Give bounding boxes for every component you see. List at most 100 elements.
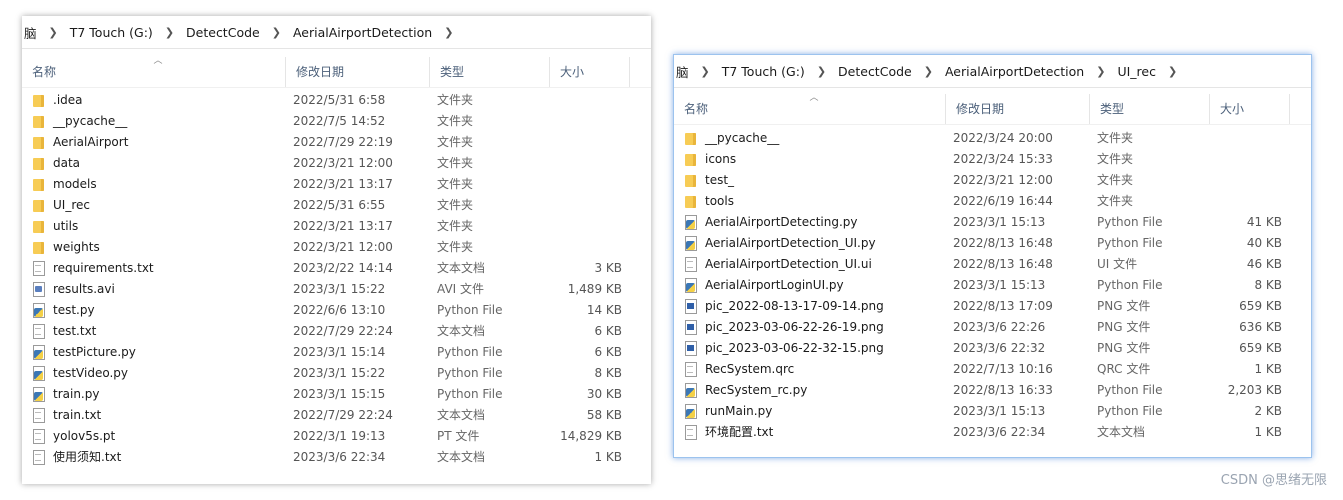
file-name[interactable]: test_ xyxy=(705,170,734,191)
file-name-cell[interactable]: utils xyxy=(22,216,286,237)
file-name-cell[interactable]: AerialAirport xyxy=(22,132,286,153)
file-row[interactable]: pic_2022-08-13-17-09-14.png 2022/8/13 17:… xyxy=(674,296,1311,317)
file-row[interactable]: testVideo.py 2023/3/1 15:22 Python File 8 K… xyxy=(22,363,651,384)
file-name[interactable]: train.py xyxy=(53,384,99,405)
chevron-right-icon[interactable]: ❯ xyxy=(272,26,281,39)
chevron-right-icon[interactable]: ❯ xyxy=(1096,65,1105,78)
file-row[interactable]: yolov5s.pt 2022/3/1 19:13 PT 文件 14,829 KB xyxy=(22,426,651,447)
file-name[interactable]: requirements.txt xyxy=(53,258,154,279)
file-name[interactable]: AerialAirportDetection_UI.ui xyxy=(705,254,872,275)
file-row[interactable]: requirements.txt 2023/2/22 14:14 文本文档 3 KB xyxy=(22,258,651,279)
file-name-cell[interactable]: testPicture.py xyxy=(22,342,286,363)
file-name[interactable]: UI_rec xyxy=(53,195,90,216)
file-name-cell[interactable]: test_ xyxy=(674,170,946,191)
file-row[interactable]: AerialAirportDetecting.py 2023/3/1 15:13 P… xyxy=(674,212,1311,233)
file-name-cell[interactable]: data xyxy=(22,153,286,174)
file-name-cell[interactable]: test.txt xyxy=(22,321,286,342)
file-name-cell[interactable]: AerialAirportDetection_UI.ui xyxy=(674,254,946,275)
file-name-cell[interactable]: testVideo.py xyxy=(22,363,286,384)
file-name-cell[interactable]: UI_rec xyxy=(22,195,286,216)
file-row[interactable]: __pycache__ 2022/7/5 14:52 文件夹 xyxy=(22,111,651,132)
file-name-cell[interactable]: runMain.py xyxy=(674,401,946,422)
file-name-cell[interactable]: models xyxy=(22,174,286,195)
file-name[interactable]: RecSystem.qrc xyxy=(705,359,794,380)
file-name-cell[interactable]: yolov5s.pt xyxy=(22,426,286,447)
file-name[interactable]: AerialAirportDetecting.py xyxy=(705,212,858,233)
chevron-right-icon[interactable]: ❯ xyxy=(165,26,174,39)
file-row[interactable]: pic_2023-03-06-22-32-15.png 2023/3/6 22:3… xyxy=(674,338,1311,359)
file-name[interactable]: pic_2023-03-06-22-26-19.png xyxy=(705,317,884,338)
file-name-cell[interactable]: 使用须知.txt xyxy=(22,447,286,468)
file-name-cell[interactable]: weights xyxy=(22,237,286,258)
file-name[interactable]: test.py xyxy=(53,300,95,321)
file-name[interactable]: AerialAirportLoginUI.py xyxy=(705,275,844,296)
column-header-name[interactable]: ︿ 名称 xyxy=(22,56,286,87)
file-row[interactable]: utils 2022/3/21 13:17 文件夹 xyxy=(22,216,651,237)
file-name[interactable]: results.avi xyxy=(53,279,115,300)
chevron-right-icon[interactable]: ❯ xyxy=(701,65,710,78)
breadcrumb-item-drive[interactable]: T7 Touch (G:) xyxy=(68,25,155,40)
file-row[interactable]: .idea 2022/5/31 6:58 文件夹 xyxy=(22,90,651,111)
file-name[interactable]: AerialAirportDetection_UI.py xyxy=(705,233,876,254)
file-row[interactable]: train.py 2023/3/1 15:15 Python File 30 KB xyxy=(22,384,651,405)
file-row[interactable]: 环境配置.txt 2023/3/6 22:34 文本文档 1 KB xyxy=(674,422,1311,443)
file-row[interactable]: test.py 2022/6/6 13:10 Python File 14 KB xyxy=(22,300,651,321)
file-name-cell[interactable]: pic_2022-08-13-17-09-14.png xyxy=(674,296,946,317)
file-name-cell[interactable]: pic_2023-03-06-22-32-15.png xyxy=(674,338,946,359)
file-name[interactable]: yolov5s.pt xyxy=(53,426,115,447)
file-row[interactable]: icons 2022/3/24 15:33 文件夹 xyxy=(674,149,1311,170)
file-name[interactable]: AerialAirport xyxy=(53,132,128,153)
file-row[interactable]: testPicture.py 2023/3/1 15:14 Python File 6… xyxy=(22,342,651,363)
file-row[interactable]: AerialAirportDetection_UI.ui 2022/8/13 16… xyxy=(674,254,1311,275)
column-header-size[interactable]: 大小 xyxy=(550,57,630,87)
chevron-right-icon[interactable]: ❯ xyxy=(817,65,826,78)
file-name[interactable]: testPicture.py xyxy=(53,342,136,363)
file-row[interactable]: RecSystem.qrc 2022/7/13 10:16 QRC 文件 1 KB xyxy=(674,359,1311,380)
file-name-cell[interactable]: AerialAirportLoginUI.py xyxy=(674,275,946,296)
file-row[interactable]: 使用须知.txt 2023/3/6 22:34 文本文档 1 KB xyxy=(22,447,651,468)
file-name-cell[interactable]: test.py xyxy=(22,300,286,321)
file-name-cell[interactable]: AerialAirportDetection_UI.py xyxy=(674,233,946,254)
breadcrumb-item-pc[interactable]: 脑 xyxy=(22,23,39,42)
chevron-right-icon[interactable]: ❯ xyxy=(924,65,933,78)
file-name[interactable]: data xyxy=(53,153,80,174)
file-name[interactable]: pic_2022-08-13-17-09-14.png xyxy=(705,296,884,317)
breadcrumb-item-ui-rec[interactable]: UI_rec xyxy=(1115,64,1158,79)
file-name-cell[interactable]: results.avi xyxy=(22,279,286,300)
file-row[interactable]: data 2022/3/21 12:00 文件夹 xyxy=(22,153,651,174)
file-name-cell[interactable]: icons xyxy=(674,149,946,170)
file-name-cell[interactable]: train.py xyxy=(22,384,286,405)
file-name-cell[interactable]: pic_2023-03-06-22-26-19.png xyxy=(674,317,946,338)
file-name[interactable]: train.txt xyxy=(53,405,101,426)
file-name[interactable]: __pycache__ xyxy=(705,128,779,149)
column-header-type[interactable]: 类型 xyxy=(1090,94,1210,124)
breadcrumb-item-detectcode[interactable]: DetectCode xyxy=(836,64,914,79)
file-name[interactable]: RecSystem_rc.py xyxy=(705,380,807,401)
file-row[interactable]: results.avi 2023/3/1 15:22 AVI 文件 1,489 KB xyxy=(22,279,651,300)
file-name[interactable]: pic_2023-03-06-22-32-15.png xyxy=(705,338,884,359)
chevron-right-icon[interactable]: ❯ xyxy=(49,26,58,39)
file-row[interactable]: AerialAirport 2022/7/29 22:19 文件夹 xyxy=(22,132,651,153)
column-header-size[interactable]: 大小 xyxy=(1210,94,1290,124)
breadcrumb-item-drive[interactable]: T7 Touch (G:) xyxy=(720,64,807,79)
file-row[interactable]: tools 2022/6/19 16:44 文件夹 xyxy=(674,191,1311,212)
file-row[interactable]: test.txt 2022/7/29 22:24 文本文档 6 KB xyxy=(22,321,651,342)
file-name[interactable]: 使用须知.txt xyxy=(53,447,121,468)
file-name[interactable]: runMain.py xyxy=(705,401,772,422)
file-name-cell[interactable]: train.txt xyxy=(22,405,286,426)
column-header-name[interactable]: ︿ 名称 xyxy=(674,93,946,124)
file-row[interactable]: pic_2023-03-06-22-26-19.png 2023/3/6 22:2… xyxy=(674,317,1311,338)
chevron-right-icon[interactable]: ❯ xyxy=(444,26,453,39)
file-name[interactable]: test.txt xyxy=(53,321,96,342)
column-header-type[interactable]: 类型 xyxy=(430,57,550,87)
file-name[interactable]: icons xyxy=(705,149,736,170)
file-name[interactable]: tools xyxy=(705,191,734,212)
file-name[interactable]: models xyxy=(53,174,97,195)
file-row[interactable]: weights 2022/3/21 12:00 文件夹 xyxy=(22,237,651,258)
file-name[interactable]: testVideo.py xyxy=(53,363,128,384)
file-name[interactable]: 环境配置.txt xyxy=(705,422,773,443)
file-name-cell[interactable]: requirements.txt xyxy=(22,258,286,279)
breadcrumb-item-project[interactable]: AerialAirportDetection xyxy=(943,64,1086,79)
file-row[interactable]: RecSystem_rc.py 2022/8/13 16:33 Python Fil… xyxy=(674,380,1311,401)
breadcrumb-item-pc[interactable]: 脑 xyxy=(674,62,691,81)
